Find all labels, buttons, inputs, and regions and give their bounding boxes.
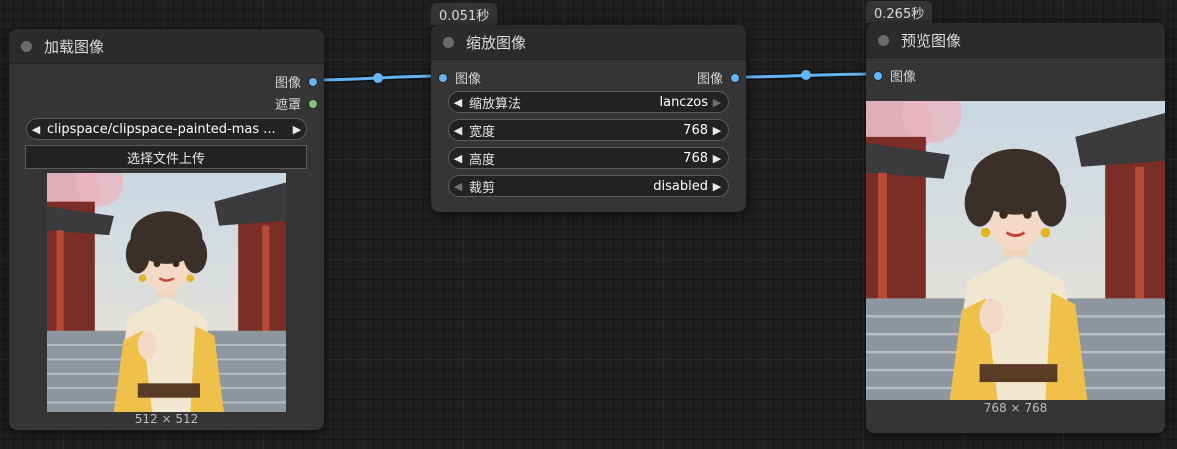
title-dot-icon[interactable] [21, 40, 32, 52]
right-arrow-icon[interactable]: ▶ [708, 124, 726, 137]
input-slot-image[interactable]: 图像 [438, 68, 481, 87]
left-arrow-icon[interactable]: ◀ [449, 96, 467, 109]
execution-time-badge: 0.051秒 [431, 3, 498, 25]
node-title: 预览图像 [901, 31, 962, 50]
image-combo-widget[interactable]: ◀ clipspace/clipspace-painted-mas ... ▶ [26, 118, 307, 140]
left-arrow-icon[interactable]: ◀ [27, 123, 45, 136]
right-arrow-icon[interactable]: ▶ [708, 96, 726, 109]
right-arrow-icon[interactable]: ▶ [708, 152, 726, 165]
upscale-method-combo[interactable]: ◀ 缩放算法 lanczos ▶ [448, 91, 729, 113]
input-dot-icon[interactable] [438, 72, 448, 83]
link-midpoint[interactable] [373, 73, 383, 83]
output-slot-mask[interactable]: 遮罩 [275, 94, 318, 113]
output-slot-image[interactable]: 图像 [275, 72, 318, 91]
widget-label: 缩放算法 [469, 96, 522, 112]
image-size-label: 768 × 768 [983, 401, 1048, 415]
image-size-label: 512 × 512 [134, 412, 199, 426]
output-dot-icon[interactable] [308, 98, 318, 109]
widget-label: 高度 [469, 152, 496, 168]
node-title-bar[interactable]: 预览图像 [866, 23, 1165, 58]
scale-image-node[interactable]: 缩放图像 图像 图像 ◀ 缩放算法 lanczos ▶ ◀ 宽度 768 ▶ ◀… [431, 25, 746, 212]
widget-label: 宽度 [469, 124, 496, 140]
link-scale-to-preview[interactable] [734, 71, 878, 80]
image-thumbnail [47, 173, 286, 412]
widget-label: 裁剪 [469, 180, 496, 196]
right-arrow-icon[interactable]: ▶ [288, 123, 306, 136]
widget-value: 768 [683, 122, 708, 138]
combo-value: clipspace/clipspace-painted-mas ... [47, 121, 276, 137]
load-image-node[interactable]: 加载图像 图像 遮罩 ◀ clipspace/clipspace-painted… [9, 29, 324, 430]
right-arrow-icon[interactable]: ▶ [708, 180, 726, 193]
node-title-bar[interactable]: 缩放图像 [431, 25, 746, 60]
output-dot-icon[interactable] [730, 72, 740, 83]
left-arrow-icon[interactable]: ◀ [449, 180, 467, 193]
preview-image [866, 101, 1165, 400]
node-title-bar[interactable]: 加载图像 [9, 29, 324, 64]
width-number-widget[interactable]: ◀ 宽度 768 ▶ [448, 119, 729, 141]
widget-value: 768 [683, 150, 708, 166]
link-load-to-scale[interactable] [312, 73, 443, 83]
title-dot-icon[interactable] [878, 34, 889, 46]
node-title: 缩放图像 [466, 33, 527, 52]
slot-label: 图像 [890, 70, 917, 85]
slot-label: 遮罩 [274, 98, 301, 113]
upload-button[interactable]: 选择文件上传 [25, 145, 307, 169]
node-title: 加载图像 [44, 37, 105, 56]
left-arrow-icon[interactable]: ◀ [449, 152, 467, 165]
output-slot-image[interactable]: 图像 [697, 68, 740, 87]
input-slot-image[interactable]: 图像 [873, 66, 916, 85]
slot-label: 图像 [274, 76, 301, 91]
execution-time-badge: 0.265秒 [866, 1, 933, 23]
slot-label: 图像 [455, 72, 482, 87]
widget-value: lanczos [659, 94, 708, 110]
left-arrow-icon[interactable]: ◀ [449, 124, 467, 137]
height-number-widget[interactable]: ◀ 高度 768 ▶ [448, 147, 729, 169]
slot-label: 图像 [696, 72, 723, 87]
input-dot-icon[interactable] [873, 70, 883, 81]
title-dot-icon[interactable] [443, 36, 454, 48]
crop-combo-widget[interactable]: ◀ 裁剪 disabled ▶ [448, 175, 729, 197]
preview-image-node[interactable]: 预览图像 图像 768 × 768 [866, 23, 1165, 433]
output-dot-icon[interactable] [308, 76, 318, 87]
widget-value: disabled [653, 178, 708, 194]
link-midpoint[interactable] [801, 70, 811, 80]
